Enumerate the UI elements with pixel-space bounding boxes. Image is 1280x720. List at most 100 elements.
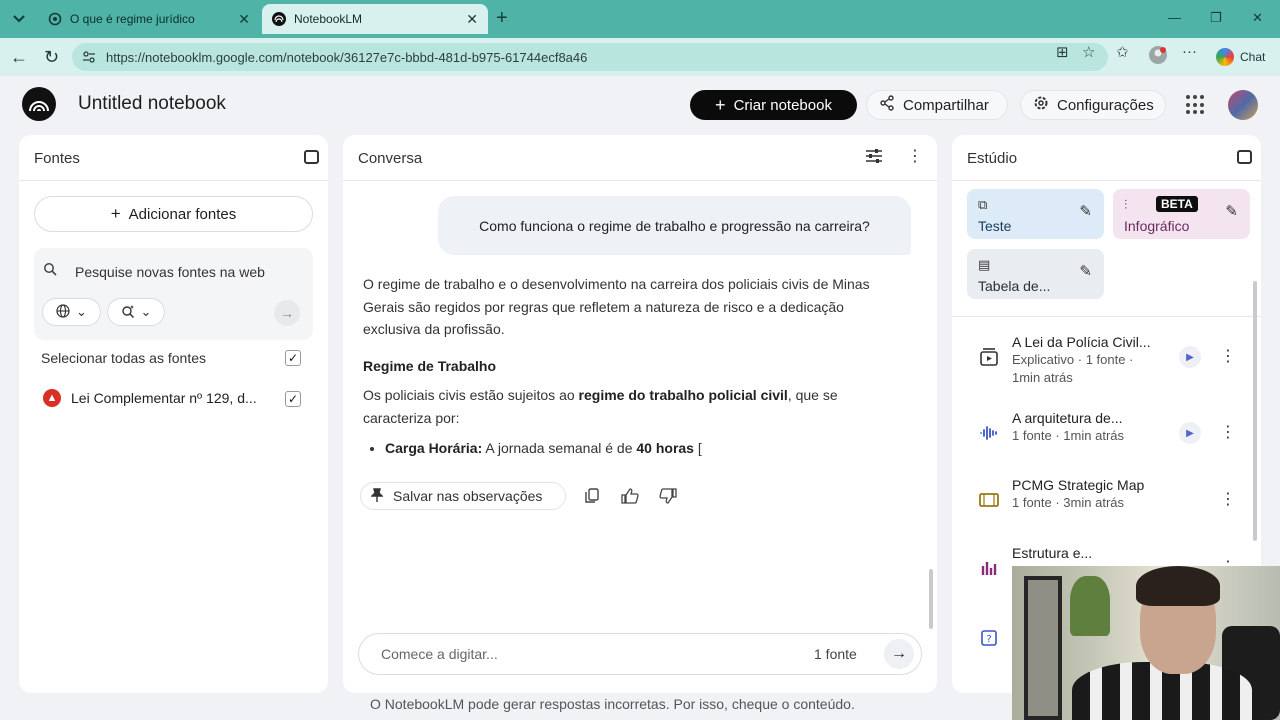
user-avatar[interactable] xyxy=(1228,90,1258,120)
notebooklm-logo-icon[interactable] xyxy=(22,87,56,121)
plus-icon: + xyxy=(110,204,121,223)
copy-icon[interactable] xyxy=(580,484,604,508)
send-arrow-icon[interactable]: → xyxy=(884,639,914,669)
app-header: Untitled notebook + Criar notebook Compa… xyxy=(0,76,1280,134)
collapse-panel-icon[interactable] xyxy=(304,150,319,164)
user-question-text: Como funciona o regime de trabalho e pro… xyxy=(479,217,870,234)
notebooklm-favicon-icon xyxy=(272,12,286,26)
minimize-icon[interactable]: — xyxy=(1168,10,1181,25)
favorites-icon[interactable]: ✩ xyxy=(1116,43,1129,61)
chat-input-box[interactable]: Comece a digitar... 1 fonte → xyxy=(358,633,922,675)
chat-more-icon[interactable]: ⋮ xyxy=(907,149,923,165)
web-source-dropdown[interactable]: ⌄ xyxy=(42,298,101,326)
divider xyxy=(952,180,1261,181)
share-label: Compartilhar xyxy=(903,96,989,114)
back-icon[interactable]: ← xyxy=(10,47,28,67)
divider xyxy=(19,180,328,181)
copilot-icon xyxy=(1216,48,1234,66)
svg-text:?: ? xyxy=(986,634,991,645)
google-apps-icon[interactable] xyxy=(1186,95,1206,115)
bookmark-star-icon[interactable]: ☆ xyxy=(1082,43,1095,61)
webcam-plant xyxy=(1070,576,1110,636)
text-run-bold: 40 horas xyxy=(636,440,694,456)
chat-settings-tune-icon[interactable] xyxy=(865,148,883,169)
edit-pencil-icon[interactable]: ✎ xyxy=(1225,202,1238,220)
studio-output-item[interactable]: A arquitetura de... 1 fonte · 1min atrás… xyxy=(952,410,1261,466)
studio-tile-tabela[interactable]: ▤ Tabela de... ✎ xyxy=(967,249,1104,299)
thumbs-up-icon[interactable] xyxy=(618,484,642,508)
source-name: Lei Complementar nº 129, d... xyxy=(71,390,257,406)
site-info-icon[interactable] xyxy=(82,50,96,64)
profile-icon[interactable] xyxy=(1148,45,1168,69)
edit-pencil-icon[interactable]: ✎ xyxy=(1079,202,1092,220)
more-options-icon[interactable]: ⋮ xyxy=(1220,346,1236,366)
restore-icon[interactable]: ❐ xyxy=(1210,10,1222,26)
answer-section-heading: Regime de Trabalho xyxy=(363,357,497,374)
studio-output-item[interactable]: PCMG Strategic Map 1 fonte · 3min atrás … xyxy=(952,477,1261,533)
select-all-checkbox[interactable]: ✓ xyxy=(285,350,301,366)
edit-pencil-icon[interactable]: ✎ xyxy=(1079,262,1092,280)
browser-tab-bar: O que é regime jurídico ✕ NotebookLM ✕ +… xyxy=(0,0,1280,38)
play-icon[interactable]: ▶ xyxy=(1179,422,1201,444)
address-bar[interactable]: https://notebooklm.google.com/notebook/3… xyxy=(72,43,1108,71)
save-to-notes-button[interactable]: Salvar nas observações xyxy=(360,482,566,510)
select-all-label: Selecionar todas as fontes xyxy=(41,350,206,366)
add-sources-button[interactable]: + Adicionar fontes xyxy=(34,196,313,232)
tile-label: Teste xyxy=(978,218,1012,234)
text-run: Os policiais civis estão sujeitos ao xyxy=(363,387,579,403)
divider xyxy=(952,316,1261,317)
reload-icon[interactable]: ↻ xyxy=(44,47,59,67)
more-menu-icon[interactable]: ··· xyxy=(1182,43,1197,60)
web-source-search: Pesquise novas fontes na web ⌄ ⌄ → xyxy=(34,248,313,340)
assistant-answer: O regime de trabalho e o desenvolvimento… xyxy=(363,273,878,460)
chat-panel: Conversa ⋮ Como funciona o regime de tra… xyxy=(343,135,937,693)
meta-line: 1min atrás xyxy=(1012,370,1073,385)
answer-bullet: Carga Horária: A jornada semanal é de 40… xyxy=(385,437,878,460)
sparkle-search-icon xyxy=(121,304,135,321)
infographic-icon: ⫶ xyxy=(1124,197,1128,212)
studio-scrollbar[interactable] xyxy=(1253,281,1257,541)
copilot-chat-button[interactable]: Chat xyxy=(1216,48,1265,66)
studio-tile-infografico[interactable]: ⫶ BETA Infográfico ✎ xyxy=(1113,189,1250,239)
text-run: A jornada semanal é de xyxy=(482,440,637,456)
create-notebook-button[interactable]: + Criar notebook xyxy=(690,90,857,120)
source-item[interactable]: ▲ Lei Complementar nº 129, d... xyxy=(43,389,257,407)
chat-scrollbar[interactable] xyxy=(929,569,933,629)
install-app-icon[interactable]: ⊞ xyxy=(1056,43,1069,61)
notebook-title[interactable]: Untitled notebook xyxy=(78,93,226,115)
output-meta: Explicativo · 1 fonte · 1min atrás xyxy=(1012,351,1172,387)
studio-tile-teste[interactable]: ⧉ Teste ✎ xyxy=(967,189,1104,239)
close-window-icon[interactable]: ✕ xyxy=(1252,10,1263,26)
collapse-panel-icon[interactable] xyxy=(1237,150,1252,164)
more-options-icon[interactable]: ⋮ xyxy=(1220,489,1236,509)
answer-section-text: Os policiais civis estão sujeitos ao reg… xyxy=(363,384,878,429)
search-input[interactable]: Pesquise novas fontes na web xyxy=(75,264,265,280)
infographic-icon xyxy=(977,556,1001,580)
studio-output-item[interactable]: A Lei da Polícia Civil... Explicativo · … xyxy=(952,334,1261,390)
output-title: A arquitetura de... xyxy=(1012,410,1123,426)
browser-tab-notebooklm[interactable]: NotebookLM ✕ xyxy=(262,4,488,34)
browser-tab-regime-juridico[interactable]: O que é regime jurídico ✕ xyxy=(38,4,260,34)
research-mode-dropdown[interactable]: ⌄ xyxy=(107,298,165,326)
table-icon: ▤ xyxy=(978,257,991,272)
answer-intro: O regime de trabalho e o desenvolvimento… xyxy=(363,276,870,337)
chatgpt-favicon-icon xyxy=(48,12,62,26)
thumbs-down-icon[interactable] xyxy=(656,484,680,508)
source-checkbox[interactable]: ✓ xyxy=(285,391,301,407)
settings-button[interactable]: Configurações xyxy=(1020,90,1166,120)
output-title: Estrutura e... xyxy=(1012,545,1093,561)
more-options-icon[interactable]: ⋮ xyxy=(1220,422,1236,442)
user-question-bubble: Como funciona o regime de trabalho e pro… xyxy=(438,196,911,255)
tab-search-chevron-icon[interactable] xyxy=(8,8,30,30)
tab-title: O que é regime jurídico xyxy=(70,12,195,26)
webcam-overlay xyxy=(1012,566,1280,720)
new-tab-icon[interactable]: + xyxy=(496,8,508,28)
play-icon[interactable]: ▶ xyxy=(1179,346,1201,368)
chat-input-placeholder: Comece a digitar... xyxy=(381,646,498,662)
output-title: PCMG Strategic Map xyxy=(1012,477,1145,493)
close-tab-icon[interactable]: ✕ xyxy=(238,11,250,28)
search-submit-arrow-icon[interactable]: → xyxy=(274,300,300,326)
close-tab-icon[interactable]: ✕ xyxy=(466,11,478,28)
chat-title: Conversa xyxy=(358,150,423,167)
share-button[interactable]: Compartilhar xyxy=(866,90,1008,120)
